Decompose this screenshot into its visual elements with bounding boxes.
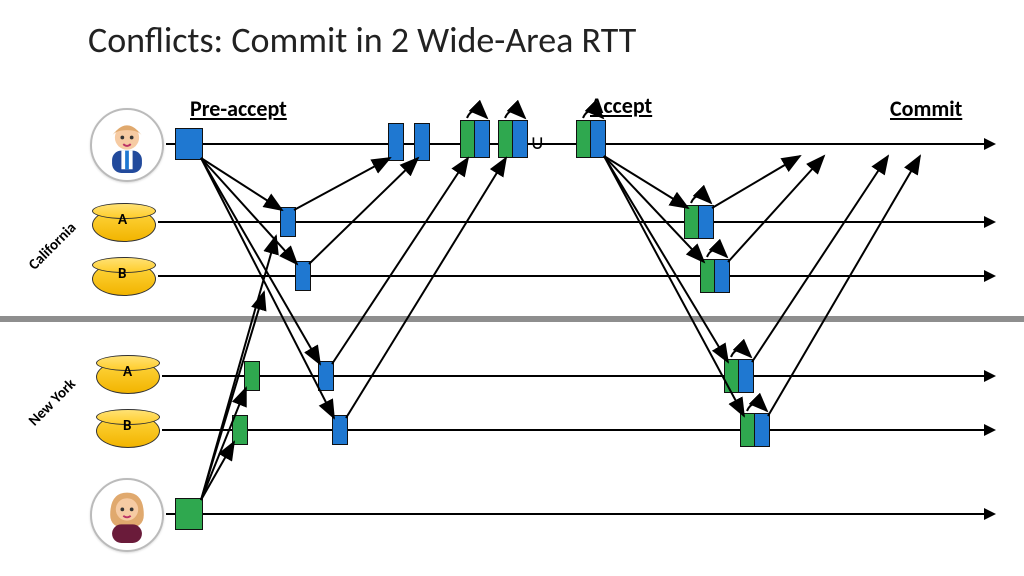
region-top: California — [25, 219, 80, 274]
token-ny-b-pre1 — [332, 415, 348, 445]
db-ny-a-label: A — [123, 363, 132, 381]
token-ca-a-pre1 — [280, 207, 296, 237]
token-bottom-start — [175, 498, 203, 530]
db-ca-b-label: B — [118, 265, 126, 283]
phase-preaccept: Pre-accept — [190, 95, 287, 122]
arrow-lane-ca-b — [984, 270, 996, 282]
slide-title: Conflicts: Commit in 2 Wide-Area RTT — [88, 18, 636, 62]
arrow-lane-ca-a — [984, 216, 996, 228]
token-top-r2 — [414, 123, 430, 161]
arrow-lane-top — [984, 138, 996, 150]
lane-ny-b — [162, 429, 986, 431]
token-top-r1 — [388, 123, 404, 161]
token-ny-a-preg — [244, 361, 260, 391]
token-ny-a-pre1 — [318, 361, 334, 391]
token-ca-b-pre1 — [295, 261, 311, 291]
lane-ny-a — [162, 375, 986, 377]
db-ny-b-label: B — [123, 417, 131, 435]
region-divider — [0, 316, 1024, 322]
phase-commit: Commit — [890, 95, 962, 122]
token-ca-b-acc-b — [714, 259, 730, 293]
token-top-pair1-b — [474, 120, 490, 158]
token-top-start — [175, 128, 203, 160]
union-symbol: ∪ — [530, 130, 545, 155]
token-ca-a-acc-b — [698, 205, 714, 239]
token-top-accept-b — [590, 120, 606, 158]
avatar-top — [90, 108, 164, 182]
token-top-pair2-b — [512, 120, 528, 158]
arrow-lane-ny-a — [984, 370, 996, 382]
arrow-lane-bottom — [984, 508, 996, 520]
arrow-lane-ny-b — [984, 424, 996, 436]
phase-accept: Accept — [590, 92, 652, 119]
db-ca-a-label: A — [118, 211, 127, 229]
token-ny-b-preg — [232, 415, 248, 445]
region-bottom: New York — [25, 375, 80, 430]
avatar-bottom — [90, 478, 164, 552]
lane-bottom — [166, 513, 986, 515]
lane-ca-b — [158, 275, 986, 277]
token-ny-b-acc-b — [754, 413, 770, 447]
token-ny-a-acc-b — [738, 359, 754, 393]
